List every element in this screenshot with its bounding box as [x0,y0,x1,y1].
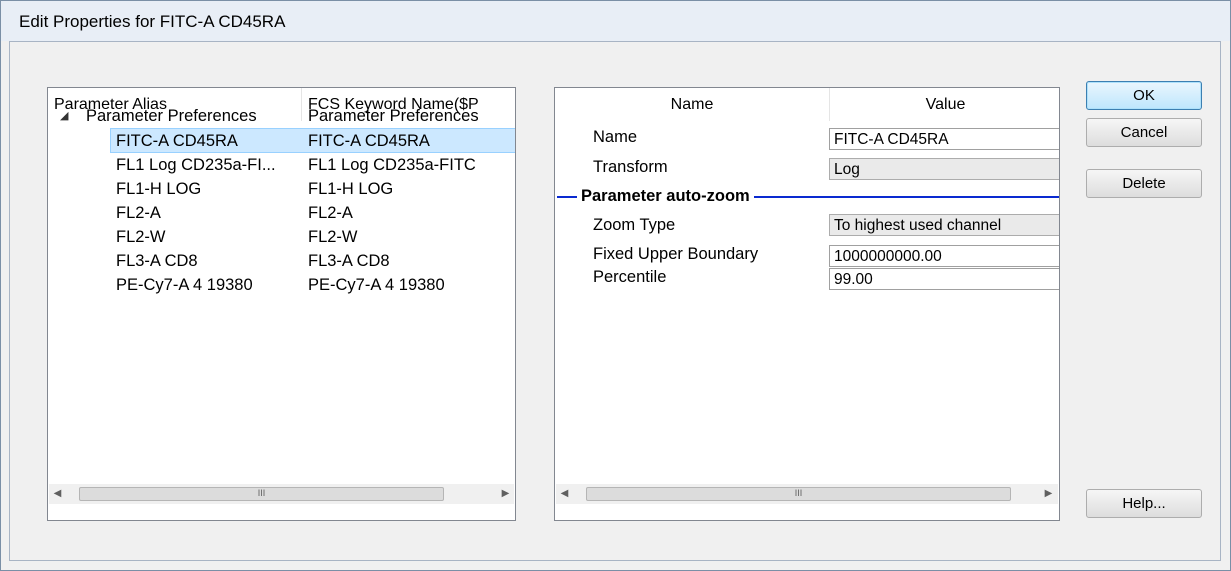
tree-group-keyword: Parameter Preferences [308,104,479,128]
property-grid-panel[interactable]: Name Value Name FITC-A CD45RA Transform … [554,87,1060,521]
property-label-fixed-upper-boundary: Fixed Upper Boundary [593,245,759,263]
tree-row-keyword[interactable]: FL1-H LOG [308,177,393,201]
property-value-percentile-field[interactable]: 99.00 [829,268,1059,290]
tree-row-alias[interactable]: FL2-A [116,201,161,225]
cancel-button[interactable]: Cancel [1086,118,1202,147]
tree-group-parameter-preferences[interactable]: Parameter Preferences [86,104,257,128]
tree-row-alias[interactable]: FL2-W [116,225,166,249]
tree-row-alias[interactable]: PE-Cy7-A 4 19380 [116,273,253,297]
property-value-zoom-type-dropdown[interactable]: To highest used channel [829,214,1059,236]
scroll-right-arrow-icon[interactable]: ▶ [1040,484,1057,504]
ok-button[interactable]: OK [1086,81,1202,110]
tree-row-keyword[interactable]: PE-Cy7-A 4 19380 [308,273,445,297]
help-button[interactable]: Help... [1086,489,1202,518]
tree-row-keyword[interactable]: FL1 Log CD235a-FITC [308,153,476,177]
tree-row-keyword[interactable]: FL2-A [308,201,353,225]
property-label-name: Name [593,128,638,146]
parameter-tree-panel[interactable]: Parameter Alias FCS Keyword Name($P ◢ Pa… [47,87,516,521]
scrollbar-thumb[interactable]: III [79,487,444,501]
scroll-left-arrow-icon[interactable]: ◀ [49,484,66,504]
tree-row-alias[interactable]: FL3-A CD8 [116,249,198,273]
section-header-auto-zoom: Parameter auto-zoom [577,185,754,207]
tree-row-keyword[interactable]: FITC-A CD45RA [308,129,430,153]
property-value-fixed-upper-boundary-field[interactable]: 1000000000.00 [829,245,1059,267]
column-header-label: Name [670,96,714,113]
column-header-value[interactable]: Value [830,88,1059,121]
property-value-transform-dropdown[interactable]: Log [829,158,1059,180]
delete-button[interactable]: Delete [1086,169,1202,198]
scroll-right-arrow-icon[interactable]: ▶ [497,484,514,504]
edit-properties-dialog: Edit Properties for FITC-A CD45RA Parame… [0,0,1231,571]
scrollbar-grip: III [794,488,803,498]
horizontal-scrollbar[interactable]: ◀ III ▶ [556,484,1058,504]
title-bar: Edit Properties for FITC-A CD45RA [1,1,1230,41]
tree-row-keyword[interactable]: FL3-A CD8 [308,249,390,273]
group-keyword: Parameter Preferences [308,107,479,125]
scroll-left-arrow-icon[interactable]: ◀ [556,484,573,504]
column-header-name[interactable]: Name [555,88,830,121]
property-value-name-field[interactable]: FITC-A CD45RA [829,128,1059,150]
column-header-label: Value [925,96,966,113]
tree-row-alias[interactable]: FITC-A CD45RA [116,129,238,153]
tree-row-alias[interactable]: FL1 Log CD235a-FI... [116,153,276,177]
scrollbar-thumb[interactable]: III [586,487,1011,501]
tree-row-alias[interactable]: FL1-H LOG [116,177,201,201]
property-label-percentile: Percentile [593,268,667,286]
group-alias: Parameter Preferences [86,107,257,125]
property-label-zoom-type: Zoom Type [593,216,676,234]
tree-row-keyword[interactable]: FL2-W [308,225,358,249]
expand-triangle-icon[interactable]: ◢ [60,104,68,128]
scrollbar-grip: III [257,488,266,498]
window-title: Edit Properties for FITC-A CD45RA [19,12,286,31]
horizontal-scrollbar[interactable]: ◀ III ▶ [49,484,514,504]
property-label-transform: Transform [593,158,668,176]
